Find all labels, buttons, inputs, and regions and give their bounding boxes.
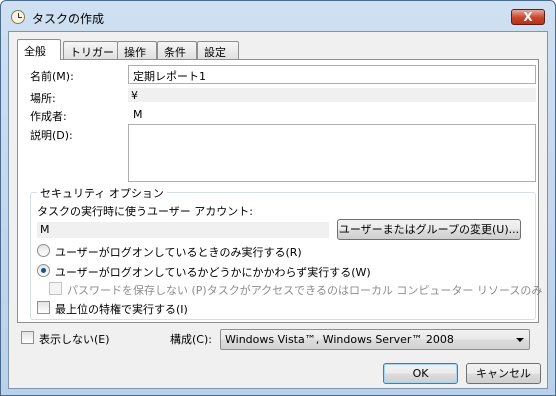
clock-icon [11, 10, 25, 24]
tab-triggers[interactable]: トリガー [63, 41, 118, 59]
no-store-password-checkbox[interactable] [49, 282, 62, 295]
configure-selected-value: Windows Vista™, Windows Server™ 2008 [225, 333, 454, 346]
window-title: タスクの作成 [32, 12, 105, 26]
configure-dropdown[interactable]: Windows Vista™, Windows Server™ 2008 [220, 329, 530, 350]
location-label: 場所: [30, 92, 56, 105]
description-input[interactable] [128, 124, 536, 182]
no-store-password-label[interactable]: パスワードを保存しない (P)タスクがアクセスできるのはローカル コンピューター… [67, 282, 542, 298]
radio-whether-logged-on-label[interactable]: ユーザーがログオンしているかどうかにかかわらず実行する(W) [55, 264, 371, 280]
author-value: M [133, 108, 143, 121]
tab-conditions[interactable]: 条件 [157, 41, 197, 59]
radio-whether-logged-on[interactable] [37, 264, 50, 277]
location-value: ¥ [128, 88, 536, 102]
hidden-label[interactable]: 表示しない(E) [39, 331, 110, 347]
dialog-client-area: 全般 トリガー 操作 条件 設定 名前(M): 定期レポート1 場所: ¥ 作成… [8, 31, 548, 389]
close-button[interactable]: X [511, 9, 545, 25]
name-label: 名前(M): [30, 70, 74, 83]
highest-privileges-label[interactable]: 最上位の特権で実行する(I) [55, 301, 188, 317]
radio-logged-on-only[interactable] [37, 244, 50, 257]
security-options-group: セキュリティ オプション タスクの実行時に使うユーザー アカウント: M ユーザ… [30, 185, 542, 320]
highest-privileges-checkbox[interactable] [37, 301, 50, 314]
title-bar[interactable]: タスクの作成 X [1, 1, 555, 33]
general-tab-panel: 名前(M): 定期レポート1 場所: ¥ 作成者: M 説明(D): セキュリテ… [17, 59, 542, 323]
change-user-button[interactable]: ユーザーまたはグループの変更(U)... [337, 219, 521, 240]
radio-logged-on-only-label[interactable]: ユーザーがログオンしているときのみ実行する(R) [55, 244, 302, 260]
cancel-button[interactable]: キャンセル [466, 363, 541, 384]
author-label: 作成者: [30, 110, 67, 123]
account-value: M [37, 222, 329, 238]
hidden-checkbox[interactable] [21, 331, 34, 344]
configure-label: 構成(C): [170, 333, 212, 346]
dialog-window: タスクの作成 X 全般 トリガー 操作 条件 設定 名前(M): 定期レポート1… [0, 0, 556, 396]
name-input[interactable]: 定期レポート1 [128, 65, 536, 84]
account-label: タスクの実行時に使うユーザー アカウント: [37, 205, 253, 218]
description-label: 説明(D): [30, 129, 73, 142]
ok-button[interactable]: OK [383, 363, 458, 384]
chevron-down-icon [516, 338, 524, 342]
tab-actions[interactable]: 操作 [117, 41, 157, 59]
security-group-title: セキュリティ オプション [37, 185, 167, 201]
tab-general[interactable]: 全般 [17, 39, 61, 60]
tab-settings[interactable]: 設定 [197, 41, 239, 59]
